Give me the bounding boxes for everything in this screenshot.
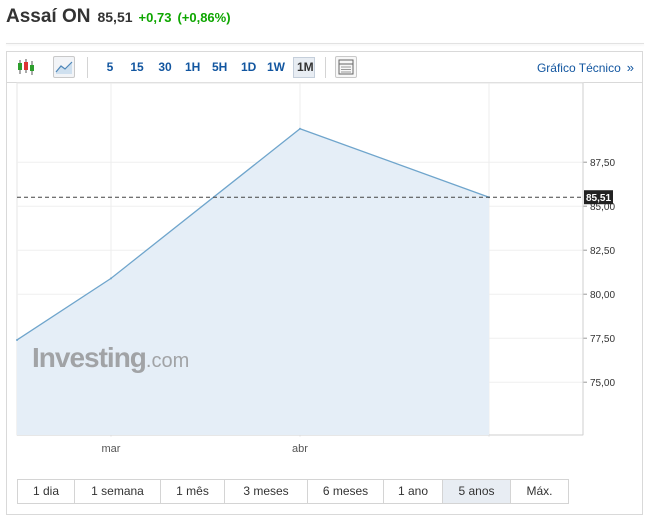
current-price-label: 85,51 (586, 193, 611, 204)
range-1-semana[interactable]: 1 semana (75, 480, 161, 503)
price-chart[interactable]: 75,0077,5080,0082,5085,0087,50mar abr85,5… (0, 0, 651, 526)
x-tick-label: abr (292, 443, 308, 455)
investing-logo: Investing.com (32, 342, 190, 373)
range-máx[interactable]: Máx. (511, 480, 568, 503)
y-tick-label: 80,00 (590, 290, 615, 301)
x-tick-label: mar (102, 443, 121, 455)
range-3-meses[interactable]: 3 meses (225, 480, 308, 503)
data-point (299, 127, 301, 130)
range-5-anos[interactable]: 5 anos (443, 480, 511, 503)
data-point (16, 338, 18, 341)
range-6-meses[interactable]: 6 meses (308, 480, 384, 503)
range-1-ano[interactable]: 1 ano (384, 480, 443, 503)
y-tick-label: 87,50 (590, 158, 615, 169)
range-selector: 1 dia 1 semana 1 mês 3 meses 6 meses 1 ano 5 a… (17, 479, 569, 504)
price-area (17, 128, 489, 435)
y-tick-label: 77,50 (590, 334, 615, 345)
y-tick-label: 82,50 (590, 246, 615, 257)
y-tick-label: 75,00 (590, 378, 615, 389)
data-point (110, 277, 112, 280)
range-1-mês[interactable]: 1 mês (161, 480, 225, 503)
range-1-dia[interactable]: 1 dia (18, 480, 75, 503)
